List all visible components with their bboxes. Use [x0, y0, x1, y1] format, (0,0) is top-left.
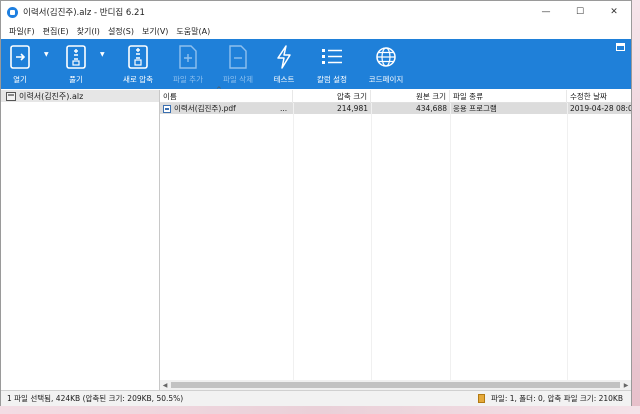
- menu-help[interactable]: 도움말(A): [172, 26, 214, 37]
- menu-view[interactable]: 보기(V): [138, 26, 172, 37]
- tree-item-archive[interactable]: 이력서(김진주).alz: [1, 90, 159, 102]
- lightning-icon: [271, 43, 297, 71]
- test-button[interactable]: 테스트: [263, 39, 305, 89]
- table-row[interactable]: 이력서(김진주).pdf ... 214,981 434,688 응용 프로그램…: [160, 103, 631, 114]
- desktop-background: [632, 0, 640, 414]
- column-header-compressed-size[interactable]: 압축 크기: [293, 90, 371, 103]
- menu-settings[interactable]: 설정(S): [104, 26, 138, 37]
- cell-modified: 2019-04-28 08:08: [570, 104, 631, 113]
- close-button[interactable]: ✕: [597, 1, 631, 23]
- new-archive-icon: [125, 43, 151, 71]
- column-divider: [371, 103, 372, 380]
- menu-edit[interactable]: 편집(E): [39, 26, 73, 37]
- chevron-down-icon: ▼: [100, 51, 105, 58]
- status-archive-info: 파일: 1, 폴더: 0, 압축 파일 크기: 210KB: [491, 394, 623, 403]
- cell-compressed-size: 214,981: [336, 104, 368, 113]
- status-archive-indicator: [471, 394, 491, 403]
- extract-dropdown[interactable]: ▼: [95, 39, 113, 89]
- add-file-label: 파일 추가: [173, 75, 203, 84]
- cell-ellipsis: ...: [280, 104, 288, 113]
- menu-file[interactable]: 파일(F): [5, 26, 39, 37]
- bandizip-app-icon: [7, 6, 18, 18]
- new-archive-button[interactable]: 새로 압축: [113, 39, 163, 89]
- globe-icon: [373, 43, 399, 71]
- column-settings-button[interactable]: 칼럼 설정: [305, 39, 359, 89]
- status-selection: 1 파일 선택됨, 424KB (압축된 크기: 209KB, 50.5%): [7, 394, 184, 403]
- archive-status-icon: [477, 394, 485, 403]
- column-header-file-type[interactable]: 파일 종류: [450, 90, 567, 103]
- folder-tree: 이력서(김진주).alz: [1, 90, 160, 390]
- pdf-file-icon: [163, 104, 171, 113]
- scrollbar-thumb[interactable]: [171, 382, 620, 388]
- scroll-left-icon[interactable]: ◀: [160, 380, 170, 390]
- tree-item-label: 이력서(김진주).alz: [19, 91, 84, 101]
- column-divider: [293, 103, 294, 380]
- delete-file-label: 파일 삭제: [223, 75, 253, 84]
- add-file-button[interactable]: 파일 추가: [163, 39, 213, 89]
- open-icon: [7, 43, 33, 71]
- column-settings-label: 칼럼 설정: [317, 75, 347, 84]
- delete-file-button[interactable]: 파일 삭제: [213, 39, 263, 89]
- cell-original-size: 434,688: [415, 104, 447, 113]
- sort-ascending-icon: ^: [216, 86, 222, 94]
- app-window: 이력서(김진주).alz - 반디집 6.21 — ☐ ✕ 파일(F) 편집(E…: [0, 0, 632, 406]
- open-dropdown[interactable]: ▼: [39, 39, 57, 89]
- chevron-down-icon: ▼: [44, 51, 49, 58]
- column-divider: [450, 103, 451, 380]
- cell-file-type: 응용 프로그램: [453, 104, 497, 113]
- codepage-button[interactable]: 코드페이지: [359, 39, 413, 89]
- window-controls: — ☐ ✕: [529, 1, 631, 23]
- add-file-icon: [175, 43, 201, 71]
- open-label: 열기: [13, 75, 27, 84]
- new-archive-label: 새로 압축: [123, 75, 153, 84]
- list-icon: [319, 43, 345, 71]
- archive-icon: [6, 91, 16, 101]
- menu-find[interactable]: 찾기(I): [73, 26, 104, 37]
- desktop-background-bottom: [0, 406, 640, 414]
- toolbar: 열기 ▼ 풀기 ▼ 새로 압축 파일 추가 파일 삭제 테스트 칼럼 설정 코드…: [1, 39, 631, 89]
- title-bar: 이력서(김진주).alz - 반디집 6.21 — ☐ ✕: [1, 1, 631, 23]
- maximize-button[interactable]: ☐: [563, 1, 597, 23]
- extract-icon: [63, 43, 89, 71]
- column-divider: [567, 103, 568, 380]
- window-title: 이력서(김진주).alz - 반디집 6.21: [23, 8, 145, 18]
- minimize-button[interactable]: —: [529, 1, 563, 23]
- delete-file-icon: [225, 43, 251, 71]
- column-header-original-size[interactable]: 원본 크기: [371, 90, 450, 103]
- menu-bar: 파일(F) 편집(E) 찾기(I) 설정(S) 보기(V) 도움말(A): [1, 23, 631, 39]
- file-list: ^ 이름 압축 크기 원본 크기 파일 종류 수정한 날짜 이력서(김진주).p…: [160, 86, 631, 390]
- scroll-right-icon[interactable]: ▶: [621, 380, 631, 390]
- status-bar: 1 파일 선택됨, 424KB (압축된 크기: 209KB, 50.5%) 파…: [1, 390, 631, 406]
- file-list-header: ^ 이름 압축 크기 원본 크기 파일 종류 수정한 날짜: [160, 86, 631, 103]
- test-label: 테스트: [273, 75, 295, 84]
- horizontal-scrollbar[interactable]: ◀ ▶: [160, 380, 631, 390]
- codepage-label: 코드페이지: [368, 75, 404, 84]
- open-button[interactable]: 열기: [1, 39, 39, 89]
- column-header-name[interactable]: 이름: [160, 90, 293, 103]
- main-area: 이력서(김진주).alz ^ 이름 압축 크기 원본 크기 파일 종류 수정한 …: [1, 86, 631, 390]
- column-header-modified[interactable]: 수정한 날짜: [567, 90, 631, 103]
- extract-label: 풀기: [69, 75, 83, 84]
- window-layout-icon[interactable]: [616, 43, 625, 51]
- cell-name: 이력서(김진주).pdf: [160, 103, 280, 114]
- extract-button[interactable]: 풀기: [57, 39, 95, 89]
